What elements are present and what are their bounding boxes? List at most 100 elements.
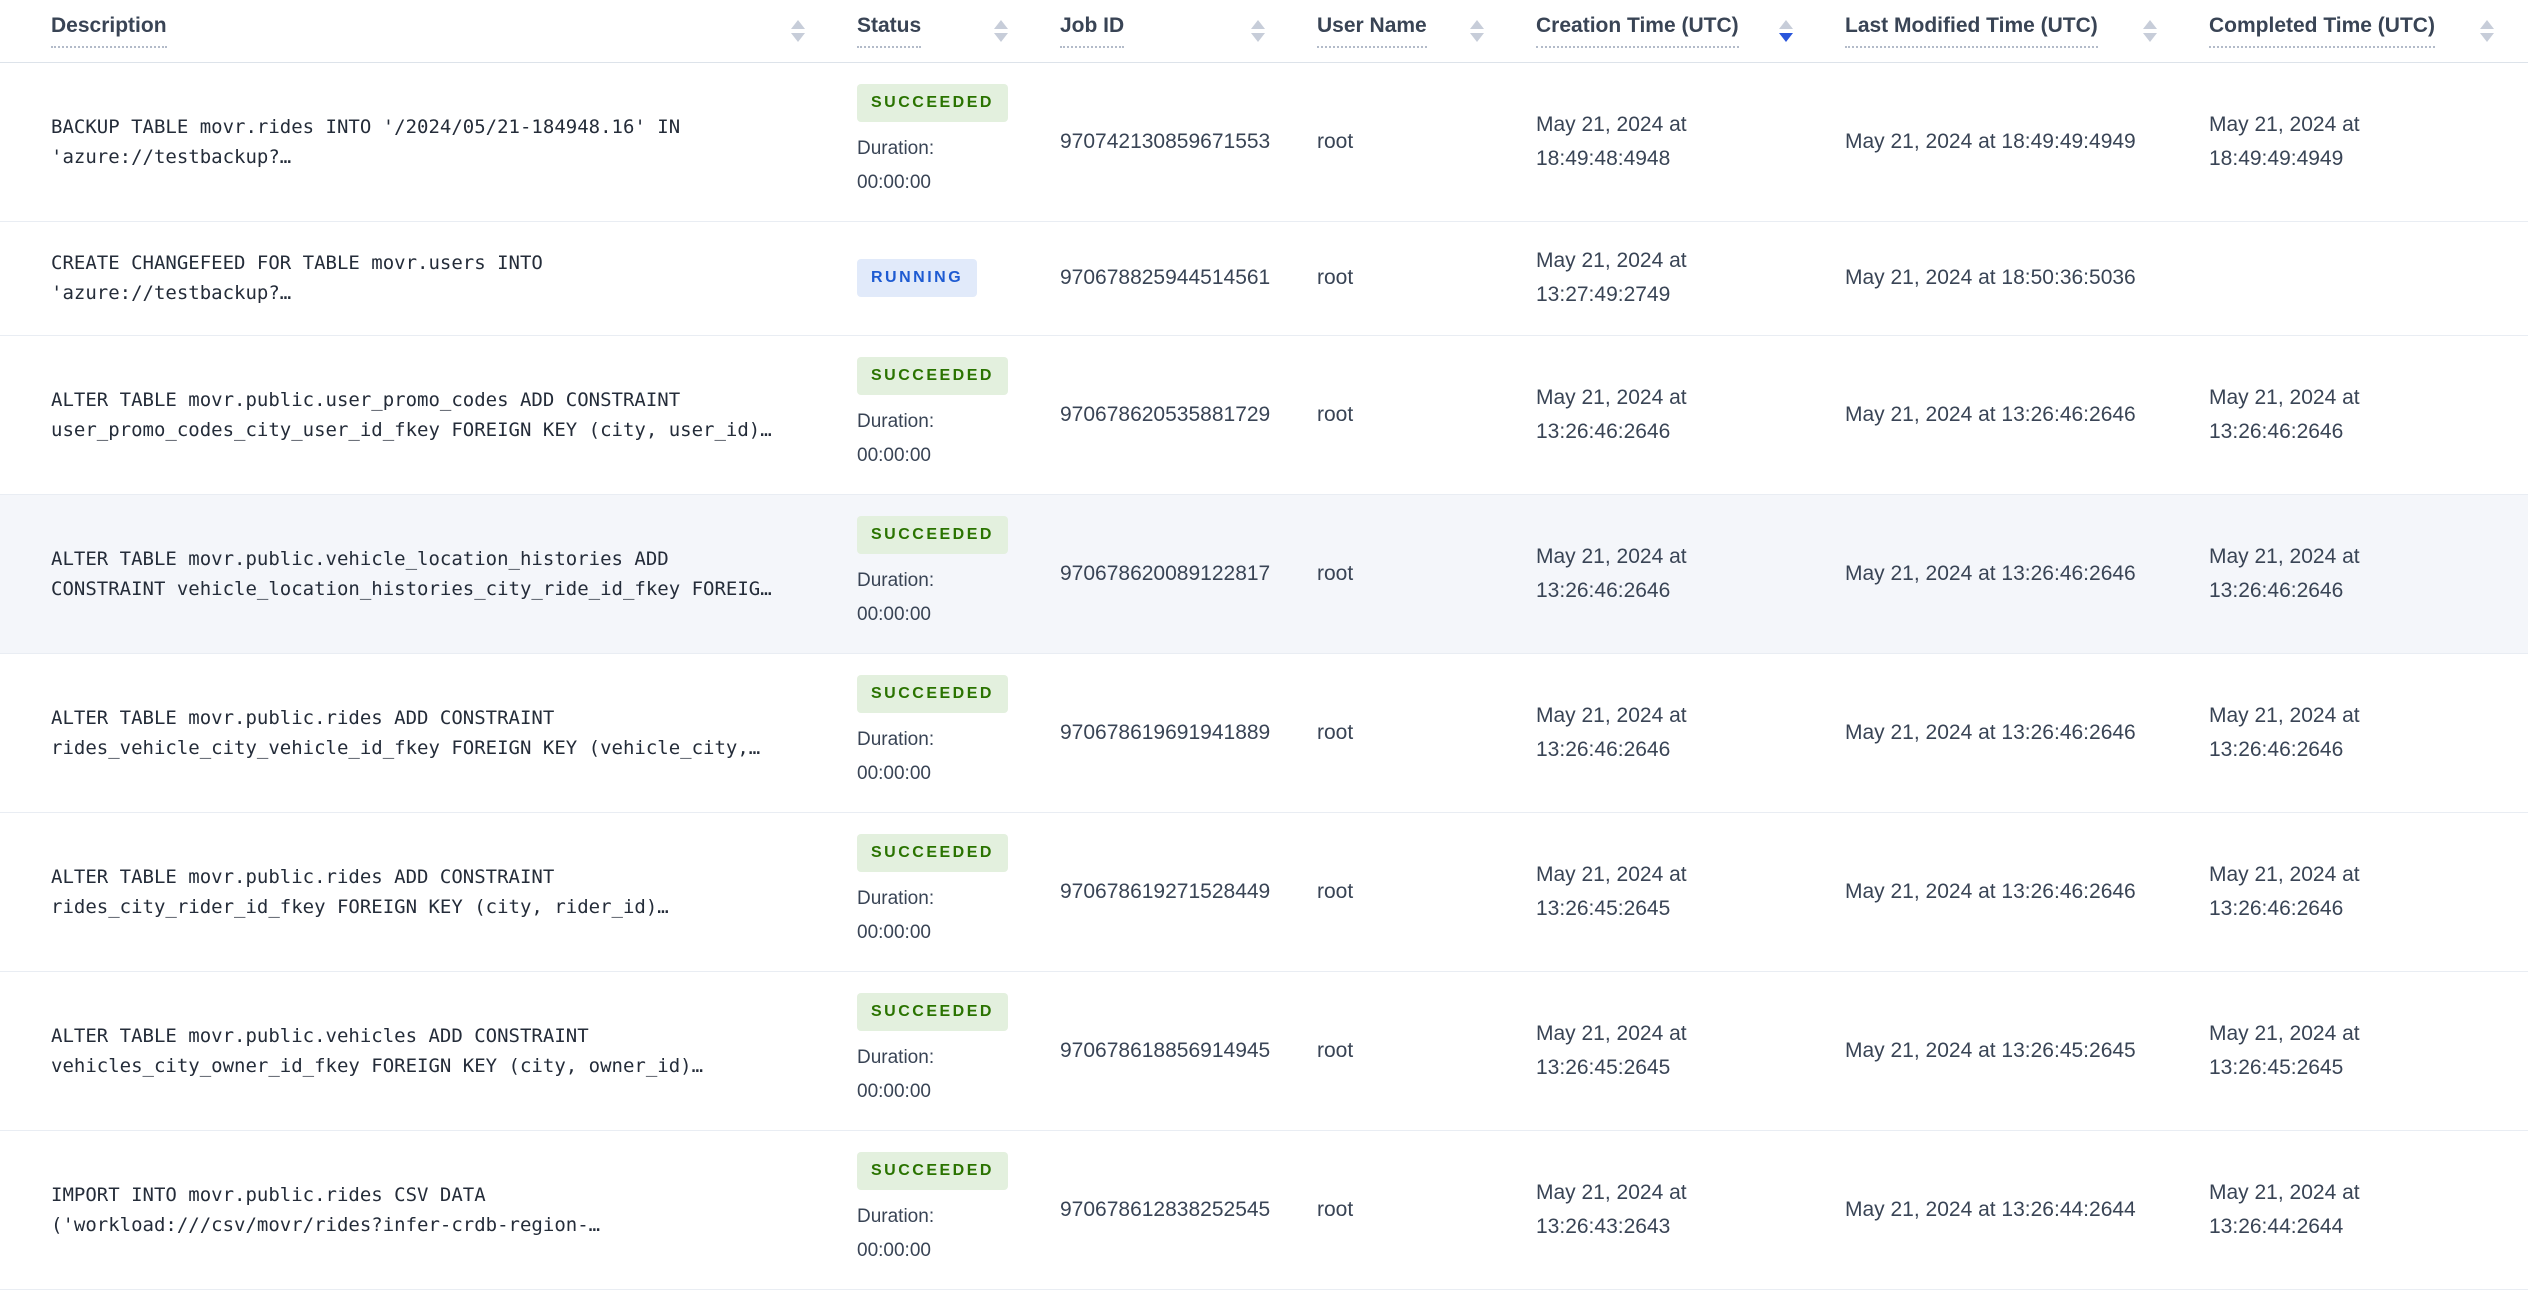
job-description-link[interactable]: ALTER TABLE movr.public.vehicle_location… — [51, 544, 783, 604]
duration-value: 00:00:00 — [857, 603, 931, 625]
sort-arrows-icon[interactable] — [1779, 19, 1793, 42]
status-cell: SUCCEEDED Duration: 00:00:00 — [857, 812, 1060, 971]
sort-ascending-icon[interactable] — [2480, 19, 2494, 29]
last-modified-time-cell: May 21, 2024 at 13:26:46:2646 — [1845, 653, 2209, 812]
duration-label: Duration: — [857, 728, 935, 750]
column-header-status[interactable]: Status — [857, 0, 1060, 63]
column-header-inner: Description — [0, 14, 857, 48]
column-header-inner: Status — [857, 14, 1060, 48]
job-id-value: 970678612838252545 — [1060, 1197, 1271, 1221]
column-header-last-modified-time-utc[interactable]: Last Modified Time (UTC) — [1845, 0, 2209, 63]
table-row[interactable]: ALTER TABLE movr.public.vehicles ADD CON… — [0, 971, 2528, 1130]
completed-time-cell: May 21, 2024 at 13:26:46:2646 — [2209, 494, 2528, 653]
table-row[interactable]: CREATE CHANGEFEED FOR TABLE movr.users I… — [0, 221, 2528, 335]
job-id-value: 970678620089122817 — [1060, 561, 1271, 585]
duration-label: Duration: — [857, 137, 935, 159]
table-row[interactable]: ALTER TABLE movr.public.rides ADD CONSTR… — [0, 812, 2528, 971]
column-header-inner: Creation Time (UTC) — [1536, 14, 1845, 48]
sort-ascending-icon[interactable] — [1779, 19, 1793, 29]
sort-arrows-icon[interactable] — [791, 19, 805, 42]
completed-time-value: May 21, 2024 at 13:26:46:2646 — [2209, 862, 2360, 920]
user-name-value: root — [1317, 1197, 1354, 1221]
creation-time-value: May 21, 2024 at 13:26:46:2646 — [1536, 703, 1687, 761]
job-description-link[interactable]: BACKUP TABLE movr.rides INTO '/2024/05/2… — [51, 112, 783, 172]
duration-label: Duration: — [857, 1046, 935, 1068]
sort-arrows-icon[interactable] — [2480, 19, 2494, 42]
sort-arrows-icon[interactable] — [1470, 19, 1484, 42]
column-header-label[interactable]: Job ID — [1060, 14, 1125, 48]
jobs-table: Description Status Job ID User Name Crea… — [0, 0, 2528, 1290]
user-name-cell: root — [1317, 494, 1536, 653]
sort-descending-icon[interactable] — [994, 32, 1008, 42]
duration: Duration: 00:00:00 — [857, 132, 1060, 200]
job-id-cell: 970678619691941889 — [1060, 653, 1317, 812]
completed-time-value: May 21, 2024 at 13:26:46:2646 — [2209, 385, 2360, 443]
job-description-link[interactable]: ALTER TABLE movr.public.rides ADD CONSTR… — [51, 703, 783, 763]
sort-descending-icon[interactable] — [1251, 32, 1265, 42]
user-name-value: root — [1317, 561, 1354, 585]
user-name-cell: root — [1317, 335, 1536, 494]
job-id-cell: 970678620535881729 — [1060, 335, 1317, 494]
table-row[interactable]: ALTER TABLE movr.public.vehicle_location… — [0, 494, 2528, 653]
user-name-cell: root — [1317, 1130, 1536, 1289]
duration-label: Duration: — [857, 1205, 935, 1227]
sort-descending-icon[interactable] — [791, 32, 805, 42]
sort-ascending-icon[interactable] — [994, 19, 1008, 29]
status-badge: SUCCEEDED — [857, 674, 1008, 713]
column-header-label[interactable]: Status — [857, 14, 922, 48]
sort-arrows-icon[interactable] — [2143, 19, 2157, 42]
column-header-label[interactable]: User Name — [1317, 14, 1427, 48]
duration-label: Duration: — [857, 887, 935, 909]
job-id-cell: 970678612838252545 — [1060, 1130, 1317, 1289]
column-header-label[interactable]: Creation Time (UTC) — [1536, 14, 1739, 48]
column-header-label[interactable]: Description — [51, 14, 167, 48]
sort-descending-icon[interactable] — [1470, 32, 1484, 42]
sort-ascending-icon[interactable] — [1251, 19, 1265, 29]
user-name-cell: root — [1317, 653, 1536, 812]
creation-time-cell: May 21, 2024 at 13:26:43:2643 — [1536, 1130, 1845, 1289]
column-header-job-id[interactable]: Job ID — [1060, 0, 1317, 63]
job-description-link[interactable]: CREATE CHANGEFEED FOR TABLE movr.users I… — [51, 248, 783, 308]
job-description-link[interactable]: ALTER TABLE movr.public.user_promo_codes… — [51, 385, 783, 445]
duration-value: 00:00:00 — [857, 171, 931, 193]
column-header-label[interactable]: Last Modified Time (UTC) — [1845, 14, 2098, 48]
job-description-link[interactable]: IMPORT INTO movr.public.rides CSV DATA (… — [51, 1180, 783, 1240]
table-row[interactable]: ALTER TABLE movr.public.user_promo_codes… — [0, 335, 2528, 494]
job-id-value: 970678620535881729 — [1060, 402, 1271, 426]
job-id-value: 970742130859671553 — [1060, 129, 1271, 153]
completed-time-value: May 21, 2024 at 13:26:46:2646 — [2209, 544, 2360, 602]
job-description-link[interactable]: ALTER TABLE movr.public.vehicles ADD CON… — [51, 1021, 783, 1081]
sort-ascending-icon[interactable] — [1470, 19, 1484, 29]
column-header-label[interactable]: Completed Time (UTC) — [2209, 14, 2435, 48]
sort-ascending-icon[interactable] — [2143, 19, 2157, 29]
creation-time-cell: May 21, 2024 at 13:27:49:2749 — [1536, 221, 1845, 335]
user-name-value: root — [1317, 129, 1354, 153]
completed-time-cell: May 21, 2024 at 13:26:46:2646 — [2209, 653, 2528, 812]
description-cell: ALTER TABLE movr.public.vehicle_location… — [0, 494, 857, 653]
table-row[interactable]: IMPORT INTO movr.public.rides CSV DATA (… — [0, 1130, 2528, 1289]
status-badge: RUNNING — [857, 259, 978, 297]
table-row[interactable]: BACKUP TABLE movr.rides INTO '/2024/05/2… — [0, 62, 2528, 221]
sort-arrows-icon[interactable] — [994, 19, 1008, 42]
column-header-description[interactable]: Description — [0, 0, 857, 63]
completed-time-cell: May 21, 2024 at 13:26:46:2646 — [2209, 335, 2528, 494]
creation-time-value: May 21, 2024 at 13:27:49:2749 — [1536, 249, 1687, 306]
column-header-creation-time-utc[interactable]: Creation Time (UTC) — [1536, 0, 1845, 63]
sort-descending-icon[interactable] — [2143, 32, 2157, 42]
sort-ascending-icon[interactable] — [791, 19, 805, 29]
completed-time-cell: May 21, 2024 at 18:49:49:4949 — [2209, 62, 2528, 221]
column-header-inner: Completed Time (UTC) — [2209, 14, 2528, 48]
sort-arrows-icon[interactable] — [1251, 19, 1265, 42]
column-header-completed-time-utc[interactable]: Completed Time (UTC) — [2209, 0, 2528, 63]
column-header-user-name[interactable]: User Name — [1317, 0, 1536, 63]
sort-descending-icon[interactable] — [2480, 32, 2494, 42]
table-row[interactable]: ALTER TABLE movr.public.rides ADD CONSTR… — [0, 653, 2528, 812]
completed-time-value: May 21, 2024 at 13:26:46:2646 — [2209, 703, 2360, 761]
job-id-value: 970678825944514561 — [1060, 266, 1271, 289]
user-name-value: root — [1317, 1038, 1354, 1062]
job-id-cell: 970742130859671553 — [1060, 62, 1317, 221]
status-badge: SUCCEEDED — [857, 833, 1008, 872]
creation-time-value: May 21, 2024 at 13:26:45:2645 — [1536, 1021, 1687, 1079]
sort-descending-icon[interactable] — [1779, 32, 1793, 42]
job-description-link[interactable]: ALTER TABLE movr.public.rides ADD CONSTR… — [51, 862, 783, 922]
